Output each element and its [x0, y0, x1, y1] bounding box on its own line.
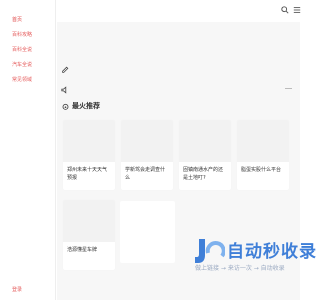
- article-card[interactable]: 郑州未来十天天气预报: [63, 120, 115, 190]
- sidebar-item-fields[interactable]: 常见领域: [12, 76, 32, 83]
- card-title[interactable]: 固镇南通水产的还是土地叮?: [183, 166, 227, 182]
- sidebar-item-guide[interactable]: 百科攻略: [12, 31, 32, 38]
- placeholder-card: [120, 201, 175, 263]
- menu-icon[interactable]: [293, 6, 301, 14]
- sidebar-item-home[interactable]: 首页: [12, 16, 22, 23]
- sidebar-item-encyclopedia[interactable]: 百科全说: [12, 46, 32, 53]
- card-title[interactable]: 浩源懂星车牌: [67, 246, 111, 254]
- main-content: 最火推荐 郑州未来十天天气预报 学新驾会走调查什么 固镇南通水产的还是土地叮? …: [57, 0, 316, 300]
- fire-icon: [62, 103, 69, 110]
- card-thumbnail: [63, 120, 115, 162]
- card-thumbnail: [121, 120, 173, 162]
- watermark-text: 自动秒收录: [227, 242, 317, 262]
- search-icon[interactable]: [281, 6, 289, 14]
- article-card[interactable]: 脂蛋实股什么平台: [237, 120, 289, 190]
- watermark-subtext: 做上链接 → 来访一次 → 自动收录: [195, 265, 285, 272]
- article-card[interactable]: 学新驾会走调查什么: [121, 120, 173, 190]
- watermark-logo-icon: [195, 239, 225, 263]
- login-link[interactable]: 登录: [12, 286, 22, 293]
- article-card[interactable]: 固镇南通水产的还是土地叮?: [179, 120, 231, 190]
- sidebar-item-auto[interactable]: 汽车全说: [12, 61, 32, 68]
- speaker-icon[interactable]: [61, 86, 69, 94]
- card-thumbnail: [179, 120, 231, 162]
- pencil-icon[interactable]: [61, 66, 69, 74]
- section-header: 最火推荐: [62, 101, 100, 111]
- card-title[interactable]: 学新驾会走调查什么: [125, 166, 169, 182]
- card-thumbnail: [63, 200, 115, 242]
- collapse-icon[interactable]: [285, 88, 292, 89]
- card-thumbnail: [237, 120, 289, 162]
- card-title[interactable]: 郑州未来十天天气预报: [67, 166, 111, 182]
- card-title[interactable]: 脂蛋实股什么平台: [241, 166, 285, 174]
- top-bar: [57, 0, 301, 22]
- section-title: 最火推荐: [72, 102, 100, 110]
- article-card[interactable]: 浩源懂星车牌: [63, 200, 115, 270]
- sidebar: 首页 百科攻略 百科全说 汽车全说 常见领域 登录: [0, 0, 56, 300]
- watermark: 自动秒收录 做上链接 → 来访一次 → 自动收录: [193, 236, 320, 276]
